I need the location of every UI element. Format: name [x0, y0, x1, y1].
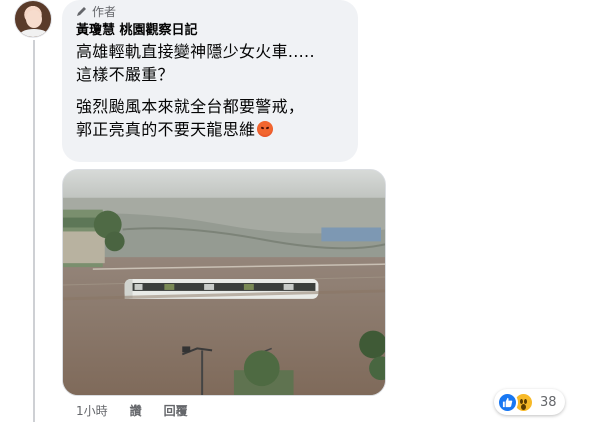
comment-line: 郭正亮真的不要天龍思維: [76, 118, 346, 141]
reactions-summary[interactable]: 38: [494, 389, 565, 415]
author-badge: 作者: [76, 2, 346, 20]
comment-paragraph-1: 高雄輕軌直接變神隱少女火車..... 這樣不嚴重？: [76, 40, 346, 86]
avatar-face: [26, 10, 42, 28]
reply-button[interactable]: 回覆: [164, 402, 188, 419]
comment-line: 高雄輕軌直接變神隱少女火車.....: [76, 42, 315, 61]
avatar[interactable]: [14, 0, 52, 38]
comment-line: 強烈颱風本來就全台都要警戒，: [76, 97, 305, 116]
pencil-icon: [77, 7, 86, 16]
like-icon: [497, 391, 518, 413]
comment-bubble: 作者 黃瓊慧 桃園觀察日記 高雄輕軌直接變神隱少女火車..... 這樣不嚴重？ …: [62, 0, 358, 162]
reaction-count: 38: [540, 394, 557, 410]
comment-actions: 1小時 讚 回覆: [76, 402, 188, 419]
angry-emoji-icon: [257, 121, 274, 137]
comment-line-text: 郭正亮真的不要天龍思維: [76, 120, 256, 139]
avatar-shoulders: [19, 29, 49, 37]
like-button[interactable]: 讚: [130, 402, 142, 419]
flooded-tram-image: [63, 170, 385, 395]
comment-timestamp[interactable]: 1小時: [76, 402, 108, 419]
comment-paragraph-2: 強烈颱風本來就全台都要警戒， 郭正亮真的不要天龍思維: [76, 95, 346, 141]
author-name-link[interactable]: 黃瓊慧 桃園觀察日記: [76, 22, 346, 40]
author-badge-label: 作者: [92, 4, 117, 19]
attached-photo[interactable]: [62, 169, 386, 396]
thread-line: [33, 40, 35, 422]
comment-line: 這樣不嚴重？: [76, 65, 174, 84]
